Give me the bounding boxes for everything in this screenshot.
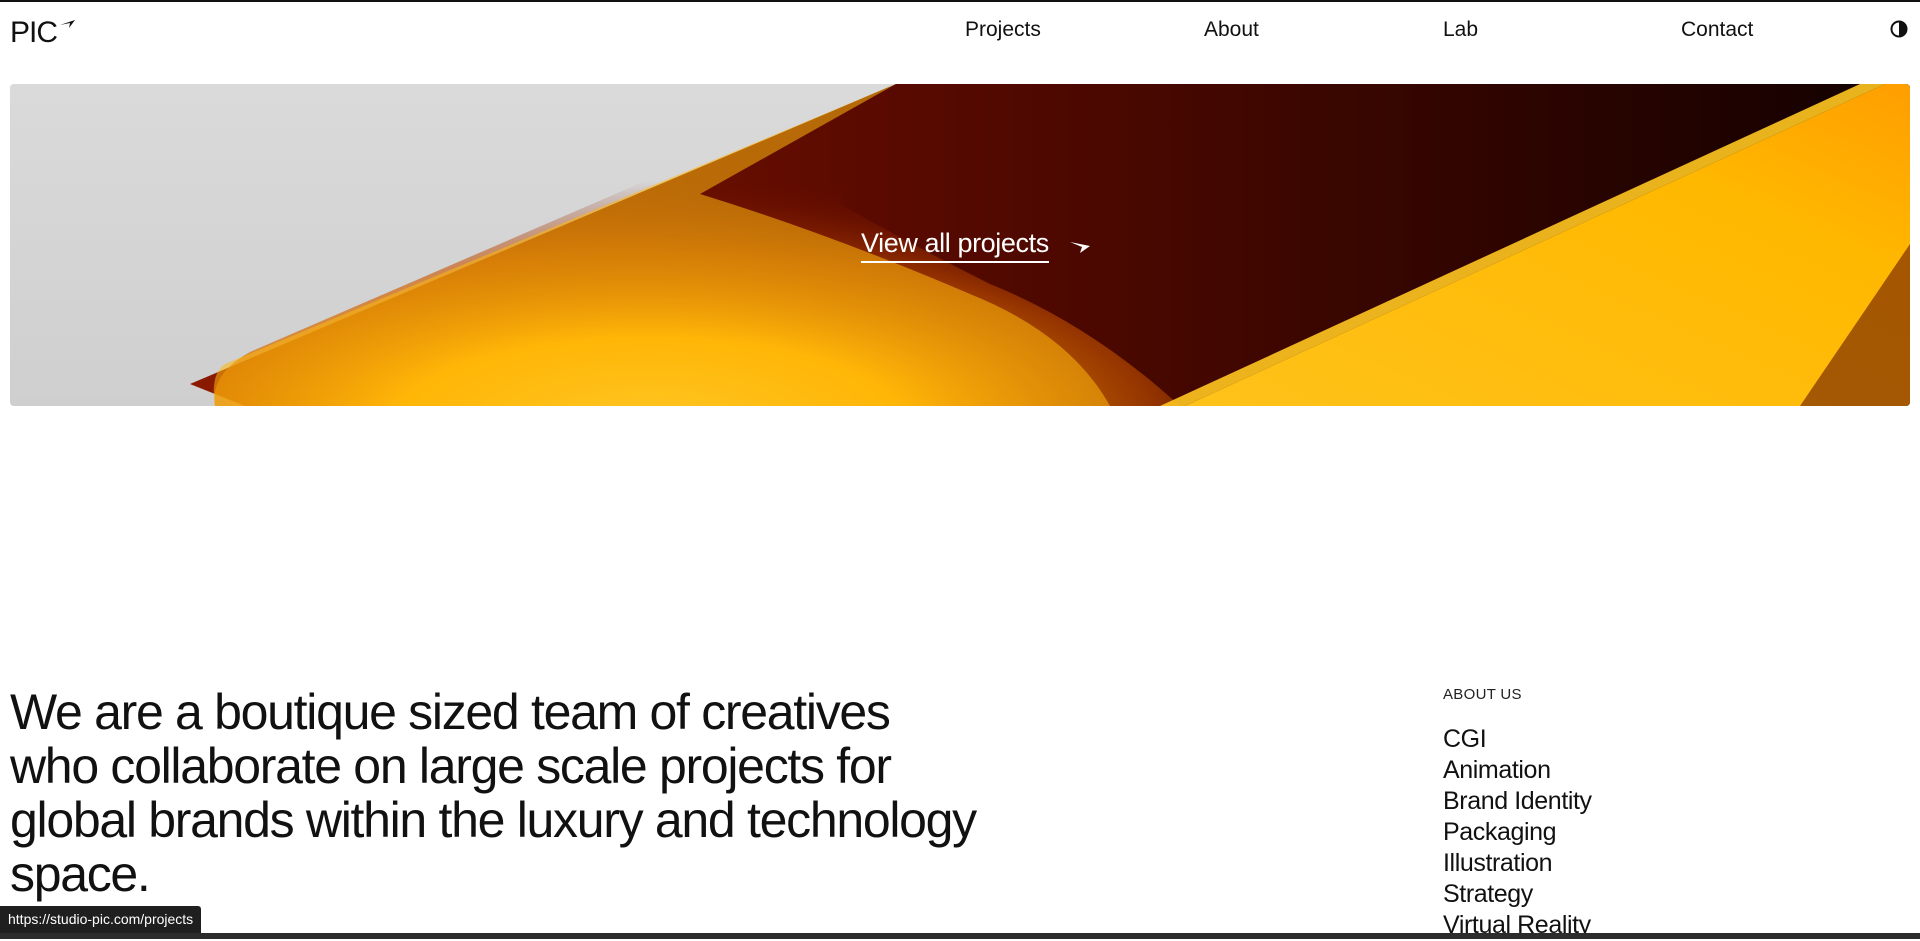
service-item-cgi: CGI	[1443, 725, 1487, 753]
nav-projects[interactable]: Projects	[965, 18, 1041, 42]
nav-about[interactable]: About	[1204, 18, 1259, 42]
service-item-brand-identity: Brand Identity	[1443, 787, 1592, 815]
service-item-strategy: Strategy	[1443, 880, 1533, 908]
intro-statement: We are a boutique sized team of creative…	[10, 684, 977, 902]
arrow-right-icon	[1069, 241, 1090, 253]
view-all-projects-link[interactable]: View all projects	[861, 228, 1091, 263]
nav-lab[interactable]: Lab	[1443, 18, 1478, 42]
half-circle-contrast-icon[interactable]	[1890, 20, 1908, 38]
logo[interactable]: PIC	[10, 16, 77, 50]
bottom-strip	[0, 933, 1920, 939]
nav-contact[interactable]: Contact	[1681, 18, 1753, 42]
services-list: CGI Animation Brand Identity Packaging I…	[1443, 724, 1592, 941]
about-us-label: ABOUT US	[1443, 686, 1522, 703]
logo-arrow-icon	[60, 20, 76, 28]
hero-banner[interactable]: View all projects	[10, 84, 1910, 406]
service-item-packaging: Packaging	[1443, 818, 1557, 846]
service-item-animation: Animation	[1443, 756, 1551, 784]
browser-status-url: https://studio-pic.com/projects	[0, 906, 202, 933]
logo-text: PIC	[10, 16, 58, 49]
view-all-projects-label: View all projects	[861, 228, 1049, 263]
service-item-illustration: Illustration	[1443, 849, 1553, 877]
